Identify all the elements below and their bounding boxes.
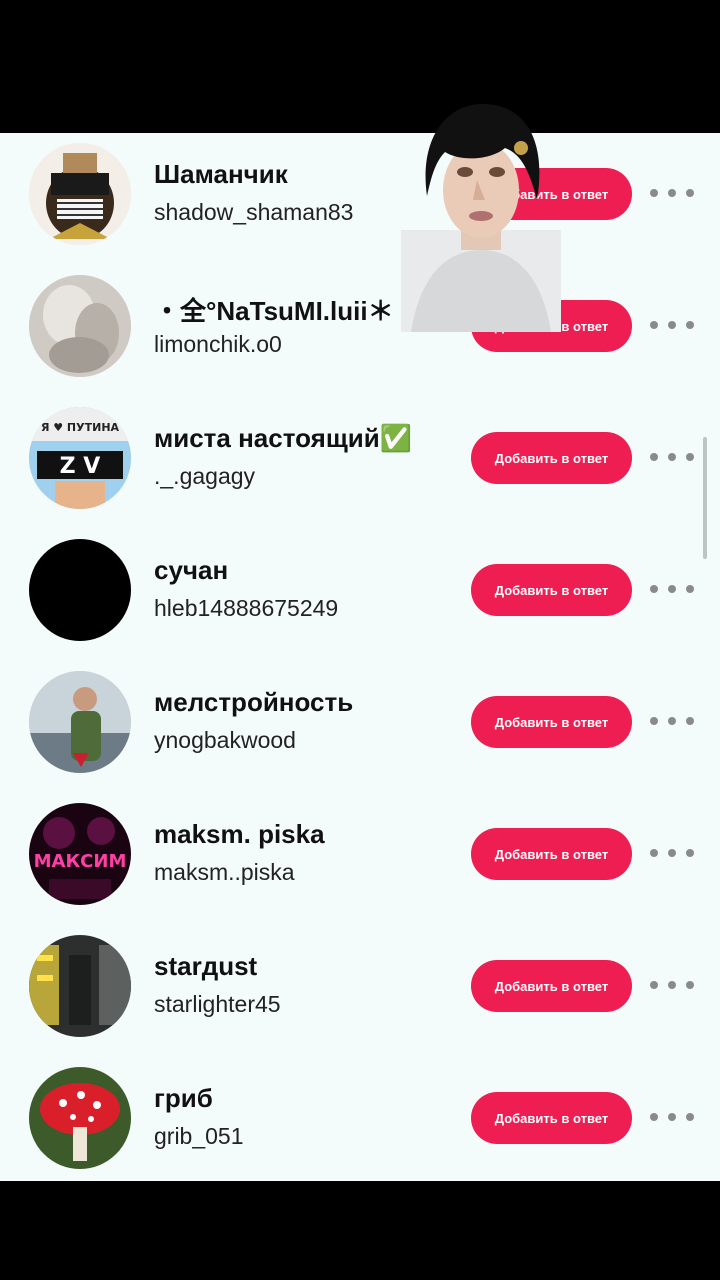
more-options-icon[interactable] — [650, 1109, 694, 1125]
display-name: Шаманчик — [154, 159, 288, 189]
list-item[interactable]: Шаманчик shadow_shaman83 Добавить в отве… — [0, 133, 720, 265]
more-options-icon[interactable] — [650, 581, 694, 597]
add-to-reply-button[interactable]: Добавить в ответ — [471, 1092, 632, 1144]
avatar-zv-text: Z V — [60, 454, 101, 479]
avatar-neon-text: МАКСИМ — [34, 851, 127, 872]
avatar[interactable] — [29, 671, 131, 773]
bottom-black-bar — [0, 1181, 720, 1280]
more-options-icon[interactable] — [650, 845, 694, 861]
username: maksm..piska — [154, 859, 295, 885]
avatar[interactable] — [29, 275, 131, 377]
add-to-reply-button[interactable]: Добавить в ответ — [471, 432, 632, 484]
list-item[interactable]: starдust starlighter45 Добавить в ответ — [0, 925, 720, 1057]
user-list: Шаманчик shadow_shaman83 Добавить в отве… — [0, 133, 720, 1181]
avatar[interactable] — [29, 935, 131, 1037]
avatar[interactable]: Я ♥ ПУТИНА Z V — [29, 407, 131, 509]
username: hleb14888675249 — [154, 595, 339, 621]
more-options-icon[interactable] — [650, 449, 694, 465]
display-name: starдust — [154, 951, 258, 981]
display-name: maksm. piska — [154, 819, 325, 849]
scrollbar[interactable] — [703, 437, 707, 559]
avatar[interactable] — [29, 539, 131, 641]
more-options-icon[interactable] — [650, 977, 694, 993]
camera-overlay — [401, 100, 561, 332]
avatar-caption: Я ♥ ПУТИНА — [41, 421, 120, 434]
username: ._.gagagy — [154, 463, 256, 489]
add-to-reply-button[interactable]: Добавить в ответ — [471, 696, 632, 748]
list-item[interactable]: сучан hleb14888675249 Добавить в ответ — [0, 529, 720, 661]
more-options-icon[interactable] — [650, 713, 694, 729]
username: starlighter45 — [154, 991, 281, 1017]
display-name: мелстройность — [154, 687, 354, 717]
list-item[interactable]: Я ♥ ПУТИНА Z V миста настоящий✅ ._.gagag… — [0, 397, 720, 529]
username: shadow_shaman83 — [154, 199, 354, 225]
display-name: ・全°NaTsuMI.luii＊ — [154, 296, 394, 326]
display-name: сучан — [154, 555, 229, 585]
add-to-reply-button[interactable]: Добавить в ответ — [471, 828, 632, 880]
display-name: миста настоящий✅ — [154, 423, 413, 453]
top-black-bar — [0, 0, 720, 133]
username: grib_051 — [154, 1123, 244, 1149]
more-options-icon[interactable] — [650, 317, 694, 333]
list-item[interactable]: мелстройность ynogbakwood Добавить в отв… — [0, 661, 720, 793]
add-to-reply-button[interactable]: Добавить в ответ — [471, 960, 632, 1012]
username: limonchik.o0 — [154, 331, 282, 357]
add-to-reply-button[interactable]: Добавить в ответ — [471, 564, 632, 616]
list-item[interactable]: ・全°NaTsuMI.luii＊ limonchik.o0 Добавить в… — [0, 265, 720, 397]
more-options-icon[interactable] — [650, 185, 694, 201]
avatar[interactable]: МАКСИМ — [29, 803, 131, 905]
list-item[interactable]: МАКСИМ maksm. piska maksm..piska Добавит… — [0, 793, 720, 925]
username: ynogbakwood — [154, 727, 296, 753]
list-item[interactable]: гриб grib_051 Добавить в ответ — [0, 1057, 720, 1181]
display-name: гриб — [154, 1083, 213, 1113]
avatar[interactable] — [29, 143, 131, 245]
avatar[interactable] — [29, 1067, 131, 1169]
